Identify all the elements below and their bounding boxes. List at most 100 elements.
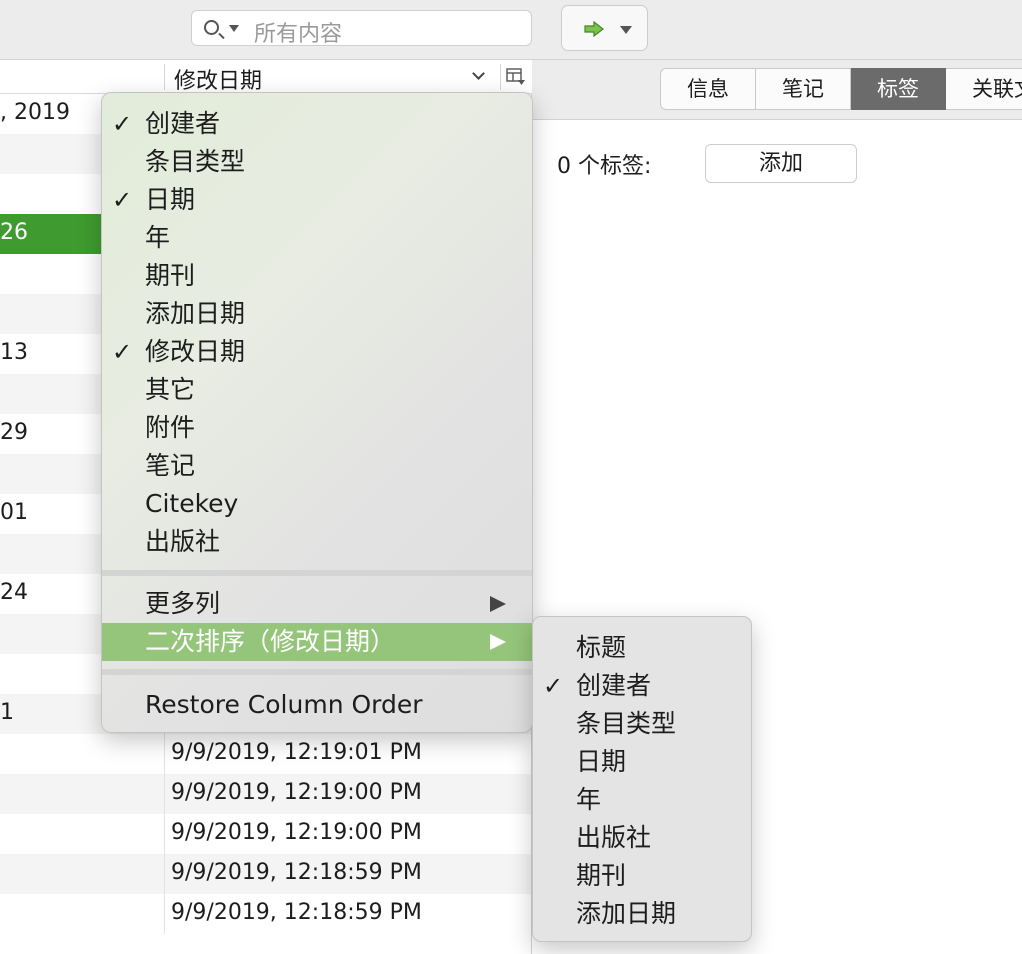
menu-item-label: 修改日期 xyxy=(145,337,246,366)
cell-date-modified: 9/9/2019, 12:19:00 PM xyxy=(171,820,422,845)
submenu-item[interactable]: 出版社 xyxy=(533,819,751,857)
menu-item-label: 其它 xyxy=(145,375,196,404)
add-tag-button[interactable]: 添加 xyxy=(705,144,857,183)
search-icon[interactable] xyxy=(204,20,219,35)
cell-creator: 13 xyxy=(0,340,28,365)
column-divider xyxy=(164,64,165,90)
tags-count: 0 个标签: xyxy=(557,154,652,179)
tab-2[interactable]: 标签 xyxy=(851,68,946,110)
cell-date-modified: 9/9/2019, 12:19:00 PM xyxy=(171,780,422,805)
menu-item[interactable]: 附件 xyxy=(102,409,532,447)
toolbar: 所有内容 xyxy=(0,0,1022,60)
menu-item-label: 条目类型 xyxy=(576,709,677,738)
menu-item-secondary-sort[interactable]: 二次排序（修改日期） xyxy=(102,623,532,661)
cell-creator: 01 xyxy=(0,500,28,525)
menu-item[interactable]: ✓ 创建者 xyxy=(102,105,532,143)
menu-item[interactable]: 年 xyxy=(102,219,532,257)
column-header-modified[interactable]: 修改日期 xyxy=(174,63,262,95)
menu-item-label: 日期 xyxy=(145,185,196,214)
menu-item-label: 期刊 xyxy=(576,861,627,890)
menu-item-label: 出版社 xyxy=(576,823,652,852)
menu-item-label: 创建者 xyxy=(576,671,652,700)
sort-chevron-icon[interactable] xyxy=(472,67,485,80)
cell-creator: 1 xyxy=(0,700,14,725)
submenu-item[interactable]: ✓ 创建者 xyxy=(533,667,751,705)
menu-item[interactable]: Citekey xyxy=(102,485,532,523)
checkmark-icon: ✓ xyxy=(112,110,133,138)
menu-item-label: 添加日期 xyxy=(576,899,677,928)
cell-date-modified: 9/9/2019, 12:19:01 PM xyxy=(171,740,422,765)
item-pane-header: 信息笔记标签关联文 xyxy=(532,60,1022,120)
submenu-arrow-icon xyxy=(490,596,506,612)
chevron-down-icon[interactable] xyxy=(620,26,632,34)
cell-date-modified: 9/9/2019, 12:18:59 PM xyxy=(171,860,422,885)
submenu-item[interactable]: 期刊 xyxy=(533,857,751,895)
table-row[interactable]: 9/9/2019, 12:19:00 PM xyxy=(0,774,532,814)
menu-item-label: 年 xyxy=(576,785,602,814)
menu-item-label: 日期 xyxy=(576,747,627,776)
submenu-item[interactable]: 标题 xyxy=(533,629,751,667)
cell-date-modified: 9/9/2019, 12:18:59 PM xyxy=(171,900,422,925)
menu-item-label: Restore Column Order xyxy=(145,690,423,719)
menu-item-label: 期刊 xyxy=(145,261,196,290)
menu-item-label: 附件 xyxy=(145,413,196,442)
column-divider xyxy=(500,64,501,90)
menu-item-more-columns[interactable]: 更多列 xyxy=(102,585,532,623)
menu-item[interactable]: 添加日期 xyxy=(102,295,532,333)
table-row[interactable]: 9/9/2019, 12:18:59 PM xyxy=(0,894,532,934)
secondary-sort-submenu: 标题 ✓ 创建者条目类型日期年出版社期刊添加日期 xyxy=(532,616,752,942)
chevron-down-icon[interactable] xyxy=(229,25,239,32)
menu-item-label: 更多列 xyxy=(145,589,221,618)
menu-item[interactable]: ✓ 日期 xyxy=(102,181,532,219)
menu-item[interactable]: 出版社 xyxy=(102,523,532,561)
menu-item[interactable]: 条目类型 xyxy=(102,143,532,181)
menu-item-restore-column-order[interactable]: Restore Column Order xyxy=(102,686,532,724)
table-row[interactable]: 9/9/2019, 12:19:01 PM xyxy=(0,734,532,774)
menu-item-label: 二次排序（修改日期） xyxy=(145,627,396,656)
table-row[interactable]: 9/9/2019, 12:18:59 PM xyxy=(0,854,532,894)
green-arrow-icon xyxy=(584,21,604,37)
tab-1[interactable]: 笔记 xyxy=(756,68,851,110)
submenu-item[interactable]: 年 xyxy=(533,781,751,819)
checkmark-icon: ✓ xyxy=(543,672,564,700)
submenu-item[interactable]: 条目类型 xyxy=(533,705,751,743)
column-picker-icon[interactable] xyxy=(506,68,526,86)
menu-item-label: 年 xyxy=(145,223,171,252)
tab-0[interactable]: 信息 xyxy=(660,68,756,110)
column-divider xyxy=(164,854,165,894)
menu-item-label: 标题 xyxy=(576,633,627,662)
column-divider xyxy=(164,814,165,854)
search-field[interactable]: 所有内容 xyxy=(191,10,532,47)
list-header: 修改日期 xyxy=(0,60,532,94)
column-divider xyxy=(164,734,165,774)
menu-item-label: 添加日期 xyxy=(145,299,246,328)
tab-bar: 信息笔记标签关联文 xyxy=(660,68,1022,110)
column-context-menu: ✓ 创建者条目类型 ✓ 日期年期刊添加日期 ✓ 修改日期其它附件笔记 Citekey 出版社更… xyxy=(101,92,533,733)
menu-item[interactable]: ✓ 修改日期 xyxy=(102,333,532,371)
cell-creator: 26 xyxy=(0,220,28,245)
go-button[interactable] xyxy=(561,5,648,51)
checkmark-icon: ✓ xyxy=(112,338,133,366)
menu-item[interactable]: 笔记 xyxy=(102,447,532,485)
cell-creator: 24 xyxy=(0,580,28,605)
menu-item-label: 创建者 xyxy=(145,109,221,138)
menu-item-label: 笔记 xyxy=(145,451,196,480)
column-divider xyxy=(164,894,165,934)
submenu-item[interactable]: 添加日期 xyxy=(533,895,751,933)
menu-item-label: Citekey xyxy=(145,489,239,518)
menu-item[interactable]: 期刊 xyxy=(102,257,532,295)
submenu-item[interactable]: 日期 xyxy=(533,743,751,781)
menu-item[interactable]: 其它 xyxy=(102,371,532,409)
cell-creator: 29 xyxy=(0,420,28,445)
column-divider xyxy=(164,774,165,814)
tab-3[interactable]: 关联文 xyxy=(946,68,1022,110)
menu-separator xyxy=(102,669,532,675)
cell-creator: , 2019 xyxy=(0,100,70,125)
search-placeholder: 所有内容 xyxy=(254,22,343,47)
menu-separator xyxy=(102,570,532,576)
menu-item-label: 出版社 xyxy=(145,527,221,556)
table-row[interactable]: 9/9/2019, 12:19:00 PM xyxy=(0,814,532,854)
checkmark-icon: ✓ xyxy=(112,186,133,214)
submenu-arrow-icon xyxy=(490,634,506,650)
menu-item-label: 条目类型 xyxy=(145,147,246,176)
